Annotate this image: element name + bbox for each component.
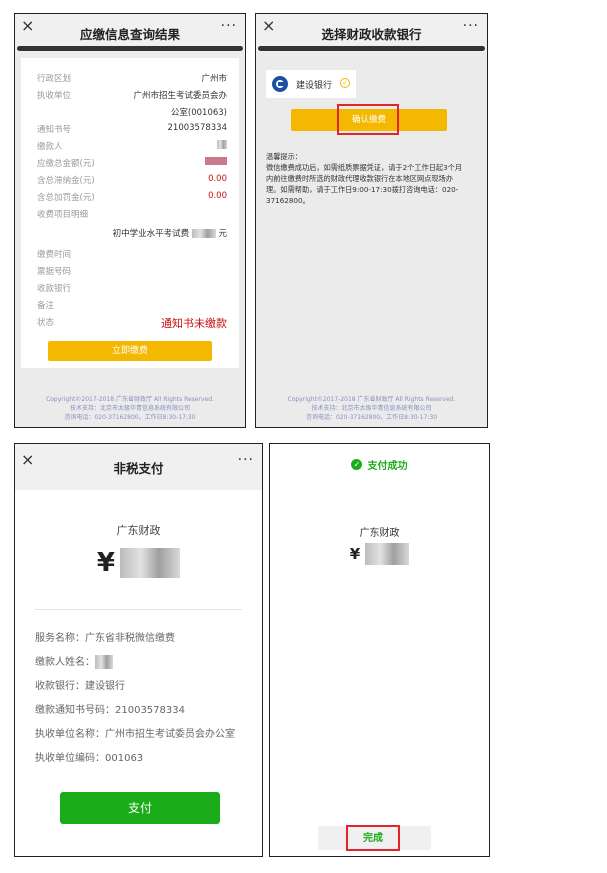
info-row: 票据号码: [37, 267, 72, 277]
detail-row: 执收单位名称：广州市招生考试委员会办公室: [35, 729, 235, 740]
panel-payment-success: ✓ 支付成功 广东财政 ¥ 完成: [269, 443, 490, 857]
info-row: 缴款人: [21, 140, 239, 154]
more-icon[interactable]: ···: [463, 18, 479, 34]
info-row: 收费项目明细: [37, 210, 89, 220]
done-button[interactable]: 完成: [346, 825, 400, 851]
blurred-name: [217, 140, 227, 149]
selected-check-icon: ✓: [340, 78, 350, 88]
currency-symbol: ¥: [96, 548, 115, 578]
check-icon: ✓: [351, 459, 363, 470]
merchant-name: 广东财政: [359, 528, 400, 539]
status-row: 状态 通知书未缴款: [37, 317, 227, 330]
pay-button[interactable]: 支付: [60, 792, 220, 824]
panel-query-result: × 应缴信息查询结果 ··· 行政区划 广州市 执收单位 广州市招生考试委员会办 公…: [14, 13, 246, 428]
info-row: 执收单位 广州市招生考试委员会办: [37, 91, 227, 101]
page-title: 非税支付: [113, 461, 164, 476]
success-text: 支付成功: [367, 461, 408, 472]
info-row: 收款银行: [37, 284, 72, 294]
info-row: 通知书号 21003578334: [37, 123, 227, 135]
notice-title: 温馨提示：: [266, 152, 302, 161]
receipt-edge: [258, 46, 485, 51]
pay-now-button[interactable]: 立即缴费: [48, 341, 212, 361]
detail-row: 缴款人姓名：: [35, 653, 113, 669]
highlight-box: [337, 104, 399, 135]
info-row: 缴费时间: [37, 250, 72, 260]
fee-unit: 元: [218, 229, 227, 239]
amount: ¥: [15, 548, 262, 578]
panel-nontax-payment: × 非税支付 ··· 广东财政 ¥ 服务名称：广东省非税微信缴费 缴款人姓名： …: [14, 443, 263, 857]
copyright-footer: Copyright©2017-2018 广东省财政厅 All Rights Re…: [46, 396, 214, 421]
info-card: 行政区划 广州市 执收单位 广州市招生考试委员会办 公室(001063) 通知书号 2…: [21, 58, 239, 368]
blurred-amount: [120, 548, 181, 578]
info-row: 含总加罚金(元) 0.00: [37, 191, 227, 203]
ccb-logo-icon: [272, 76, 288, 92]
page-title: 应缴信息查询结果: [79, 27, 180, 42]
detail-row: 服务名称：广东省非税微信缴费: [35, 633, 175, 644]
info-row: 公室(001063): [170, 108, 227, 118]
blurred-fee: [191, 229, 216, 238]
divider: [35, 609, 242, 610]
detail-row: 缴款通知书号码：21003578334: [35, 705, 185, 716]
bank-option[interactable]: 建设银行 ✓: [266, 70, 356, 98]
more-icon[interactable]: ···: [221, 18, 237, 34]
info-row: 含总滞纳金(元) 0.00: [37, 174, 227, 186]
status-value: 通知书未缴款: [161, 317, 227, 330]
blurred-amount: [365, 543, 410, 565]
info-row: 行政区划 广州市: [37, 74, 227, 84]
bank-name: 建设银行: [296, 81, 333, 91]
nav-bar: × 非税支付 ···: [15, 444, 262, 490]
receipt-edge: [17, 46, 243, 51]
fee-item-row: 初中学业水平考试费 元: [21, 227, 239, 241]
currency-symbol: ¥: [349, 545, 361, 563]
page-title: 选择财政收款银行: [321, 27, 422, 42]
merchant-name: 广东财政: [116, 524, 161, 537]
blurred-amount: [205, 157, 227, 165]
detail-row: 执收单位编码：001063: [35, 753, 144, 764]
detail-row: 收款银行：建设银行: [35, 681, 125, 692]
fee-item-name: 初中学业水平考试费: [112, 229, 190, 239]
more-icon[interactable]: ···: [238, 452, 254, 468]
info-row: 应缴总金额(元): [21, 157, 239, 171]
panel-select-bank: × 选择财政收款银行 ··· 建设银行 ✓ 确认缴费 温馨提示： 微信缴费成功后…: [255, 13, 488, 428]
notice-text: 温馨提示： 微信缴费成功后，如需纸质票据凭证，请于2个工作日起3个月 内前往缴费…: [266, 151, 475, 206]
success-header: ✓ 支付成功: [270, 454, 489, 473]
blurred-name: [95, 655, 113, 669]
amount: ¥: [270, 543, 489, 565]
info-row: 备注: [37, 301, 55, 311]
copyright-footer: Copyright©2017-2018 广东省财政厅 All Rights Re…: [287, 396, 456, 421]
